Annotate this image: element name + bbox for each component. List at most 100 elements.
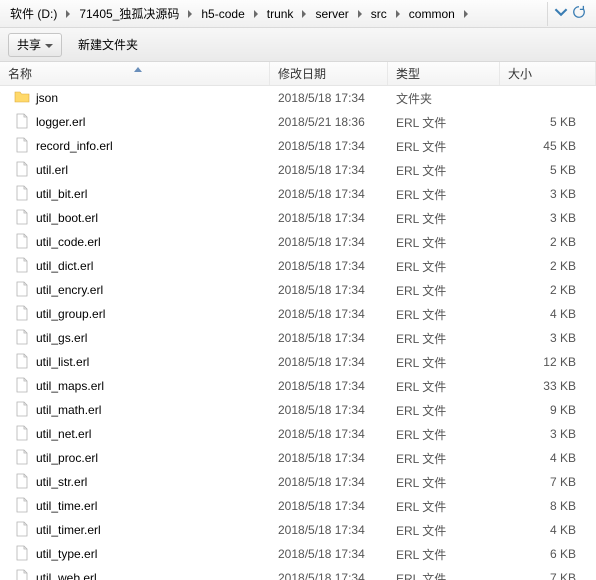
file-name-cell: util_bit.erl (0, 185, 270, 204)
table-row[interactable]: util.erl2018/5/18 17:34ERL 文件5 KB (0, 158, 596, 182)
breadcrumb-segment[interactable]: 软件 (D:) (4, 2, 63, 26)
file-size-cell: 7 KB (500, 571, 596, 580)
breadcrumb-segment[interactable]: src (365, 2, 393, 26)
file-type-cell: ERL 文件 (388, 522, 500, 539)
breadcrumb: 软件 (D:) 71405_独孤决源码 h5-code trunk server srcc… (0, 0, 596, 28)
table-row[interactable]: util_gs.erl2018/5/18 17:34ERL 文件3 KB (0, 326, 596, 350)
breadcrumb-segment[interactable]: trunk (261, 2, 300, 26)
table-row[interactable]: util_math.erl2018/5/18 17:34ERL 文件9 KB (0, 398, 596, 422)
file-date-cell: 2018/5/18 17:34 (270, 523, 388, 537)
table-row[interactable]: util_encry.erl2018/5/18 17:34ERL 文件2 KB (0, 278, 596, 302)
file-name-label: util_list.erl (36, 355, 89, 369)
column-name-label: 名称 (8, 65, 32, 82)
table-row[interactable]: util_group.erl2018/5/18 17:34ERL 文件4 KB (0, 302, 596, 326)
table-row[interactable]: util_maps.erl2018/5/18 17:34ERL 文件33 KB (0, 374, 596, 398)
new-folder-button[interactable]: 新建文件夹 (72, 34, 144, 55)
file-date-cell: 2018/5/18 17:34 (270, 499, 388, 513)
new-folder-label: 新建文件夹 (78, 38, 138, 52)
file-icon (14, 473, 30, 492)
column-type[interactable]: 类型 (388, 62, 500, 85)
file-icon (14, 569, 30, 580)
file-date-cell: 2018/5/18 17:34 (270, 403, 388, 417)
file-name-cell: logger.erl (0, 113, 270, 132)
table-row[interactable]: util_web.erl2018/5/18 17:34ERL 文件7 KB (0, 566, 596, 580)
file-name-label: util_str.erl (36, 475, 87, 489)
file-name-label: util_timer.erl (36, 523, 101, 537)
column-type-label: 类型 (396, 65, 420, 82)
file-name-cell: util_code.erl (0, 233, 270, 252)
breadcrumb-segment[interactable]: 71405_独孤决源码 (73, 2, 185, 26)
file-type-cell: ERL 文件 (388, 546, 500, 563)
chevron-right-icon[interactable] (393, 2, 403, 26)
chevron-right-icon[interactable] (355, 2, 365, 26)
file-icon (14, 377, 30, 396)
file-name-cell: util_time.erl (0, 497, 270, 516)
file-date-cell: 2018/5/18 17:34 (270, 379, 388, 393)
breadcrumb-segment[interactable]: common (403, 2, 461, 26)
file-type-cell: ERL 文件 (388, 306, 500, 323)
table-row[interactable]: util_net.erl2018/5/18 17:34ERL 文件3 KB (0, 422, 596, 446)
file-list: json2018/5/18 17:34文件夹logger.erl2018/5/2… (0, 86, 596, 580)
chevron-right-icon[interactable] (63, 2, 73, 26)
file-type-cell: ERL 文件 (388, 474, 500, 491)
file-icon (14, 257, 30, 276)
file-date-cell: 2018/5/18 17:34 (270, 163, 388, 177)
chevron-right-icon[interactable] (251, 2, 261, 26)
file-date-cell: 2018/5/18 17:34 (270, 139, 388, 153)
file-name-cell: util_proc.erl (0, 449, 270, 468)
file-name-label: util_gs.erl (36, 331, 87, 345)
file-name-cell: record_info.erl (0, 137, 270, 156)
file-icon (14, 113, 30, 132)
dropdown-arrow-icon (45, 38, 53, 52)
table-row[interactable]: util_timer.erl2018/5/18 17:34ERL 文件4 KB (0, 518, 596, 542)
table-row[interactable]: util_time.erl2018/5/18 17:34ERL 文件8 KB (0, 494, 596, 518)
file-date-cell: 2018/5/18 17:34 (270, 547, 388, 561)
file-name-cell: util_timer.erl (0, 521, 270, 540)
folder-icon (14, 89, 30, 108)
table-row[interactable]: util_proc.erl2018/5/18 17:34ERL 文件4 KB (0, 446, 596, 470)
table-row[interactable]: json2018/5/18 17:34文件夹 (0, 86, 596, 110)
table-row[interactable]: util_str.erl2018/5/18 17:34ERL 文件7 KB (0, 470, 596, 494)
table-row[interactable]: util_dict.erl2018/5/18 17:34ERL 文件2 KB (0, 254, 596, 278)
breadcrumb-segment[interactable]: server (309, 2, 354, 26)
file-date-cell: 2018/5/18 17:34 (270, 307, 388, 321)
file-date-cell: 2018/5/21 18:36 (270, 115, 388, 129)
chevron-right-icon[interactable] (461, 2, 471, 26)
chevron-down-icon (554, 5, 568, 22)
file-type-cell: ERL 文件 (388, 330, 500, 347)
file-name-cell: util_str.erl (0, 473, 270, 492)
file-size-cell: 6 KB (500, 547, 596, 561)
sort-ascending-icon (134, 61, 142, 75)
file-type-cell: ERL 文件 (388, 282, 500, 299)
toolbar: 共享 新建文件夹 (0, 28, 596, 62)
table-row[interactable]: util_boot.erl2018/5/18 17:34ERL 文件3 KB (0, 206, 596, 230)
column-date[interactable]: 修改日期 (270, 62, 388, 85)
refresh-icon (572, 5, 586, 22)
table-row[interactable]: util_list.erl2018/5/18 17:34ERL 文件12 KB (0, 350, 596, 374)
breadcrumb-segment[interactable]: h5-code (195, 2, 250, 26)
file-icon (14, 185, 30, 204)
table-row[interactable]: util_type.erl2018/5/18 17:34ERL 文件6 KB (0, 542, 596, 566)
table-row[interactable]: logger.erl2018/5/21 18:36ERL 文件5 KB (0, 110, 596, 134)
file-size-cell: 3 KB (500, 331, 596, 345)
share-button[interactable]: 共享 (8, 33, 62, 57)
file-name-cell: util_boot.erl (0, 209, 270, 228)
file-name-cell: util_web.erl (0, 569, 270, 580)
table-row[interactable]: record_info.erl2018/5/18 17:34ERL 文件45 K… (0, 134, 596, 158)
table-row[interactable]: util_bit.erl2018/5/18 17:34ERL 文件3 KB (0, 182, 596, 206)
refresh-button[interactable] (547, 2, 592, 26)
file-date-cell: 2018/5/18 17:34 (270, 355, 388, 369)
file-date-cell: 2018/5/18 17:34 (270, 475, 388, 489)
file-size-cell: 9 KB (500, 403, 596, 417)
file-date-cell: 2018/5/18 17:34 (270, 259, 388, 273)
breadcrumb-label: 71405_独孤决源码 (79, 5, 179, 22)
file-type-cell: ERL 文件 (388, 402, 500, 419)
file-name-label: util_maps.erl (36, 379, 104, 393)
chevron-right-icon[interactable] (185, 2, 195, 26)
column-size[interactable]: 大小 (500, 62, 596, 85)
chevron-right-icon[interactable] (299, 2, 309, 26)
file-name-label: util_dict.erl (36, 259, 93, 273)
file-date-cell: 2018/5/18 17:34 (270, 283, 388, 297)
file-name-cell: util_maps.erl (0, 377, 270, 396)
table-row[interactable]: util_code.erl2018/5/18 17:34ERL 文件2 KB (0, 230, 596, 254)
